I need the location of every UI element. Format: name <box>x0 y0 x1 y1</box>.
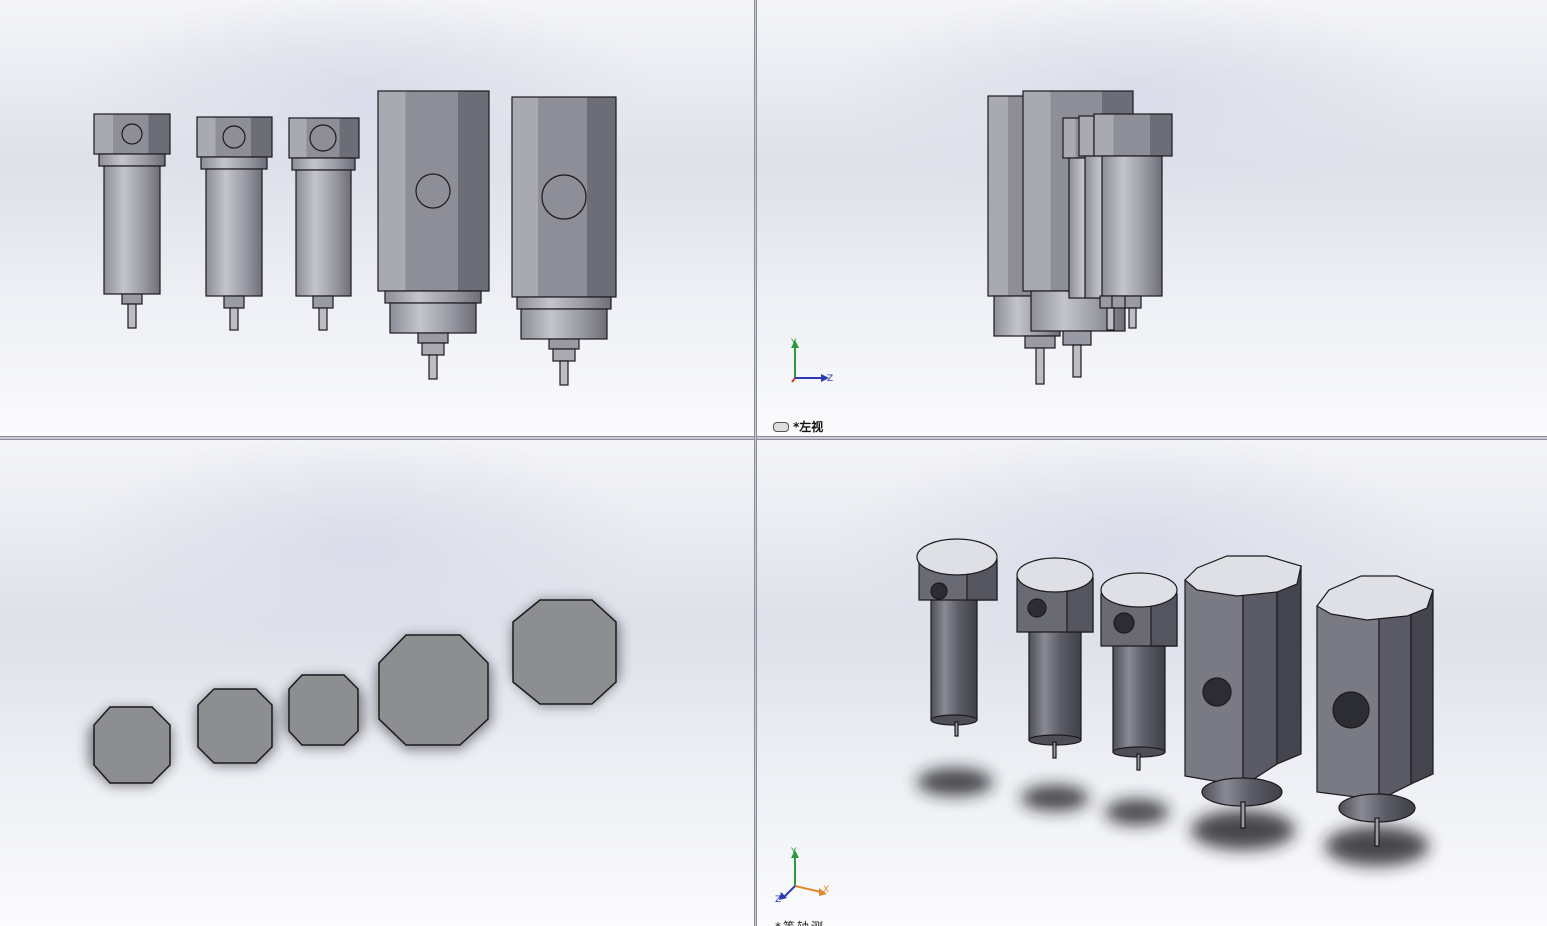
view-name-label[interactable]: *左视 <box>773 418 823 435</box>
triad-z-label: Z <box>827 374 833 384</box>
top-part-4 <box>378 634 489 746</box>
iso-part-4[interactable] <box>1184 555 1302 829</box>
top-part-5 <box>512 599 617 705</box>
triad-iso-z-label: Z <box>775 895 781 905</box>
orientation-triad-iso: Y X Z <box>775 847 829 905</box>
orientation-triad-left: Y Z <box>790 338 833 384</box>
isometric-view-drawing: Y X Z <box>775 538 1434 905</box>
view-name-text: *左视 <box>793 420 824 434</box>
left-view-stack[interactable] <box>987 90 1173 385</box>
iso-part-5[interactable] <box>1316 575 1434 847</box>
iso-part-1[interactable] <box>916 538 998 737</box>
triad-iso-y-label: Y <box>790 847 797 857</box>
triad-iso-x-label: X <box>823 885 829 895</box>
front-part-1[interactable] <box>93 113 171 329</box>
vertical-viewport-splitter[interactable] <box>754 0 757 926</box>
top-part-2 <box>197 688 273 764</box>
camera-icon <box>773 421 789 432</box>
front-viewport[interactable] <box>0 0 754 436</box>
top-view-drawing <box>88 599 620 786</box>
horizontal-viewport-splitter[interactable] <box>0 436 1547 440</box>
top-viewport[interactable] <box>0 440 754 926</box>
iso-part-3[interactable] <box>1100 572 1178 771</box>
front-part-3[interactable] <box>288 117 360 331</box>
top-part-1 <box>93 706 171 784</box>
isometric-viewport[interactable]: Y X Z *等轴测 <box>757 440 1547 926</box>
front-view-drawing <box>93 90 617 386</box>
front-part-5[interactable] <box>511 96 617 386</box>
iso-part-2[interactable] <box>1016 557 1094 759</box>
front-part-4[interactable] <box>377 90 490 380</box>
front-part-2[interactable] <box>196 116 273 331</box>
left-viewport[interactable]: Y Z *左视 <box>757 0 1547 436</box>
top-part-3 <box>288 674 359 746</box>
iso-view-name-label[interactable]: *等轴测 <box>775 918 825 926</box>
triad-y-label: Y <box>790 338 797 348</box>
cad-four-viewport-window: Y Z *左视 Y X Z <box>0 0 1547 926</box>
top-view-parts[interactable] <box>93 599 617 784</box>
left-view-drawing: Y Z <box>790 90 1173 385</box>
